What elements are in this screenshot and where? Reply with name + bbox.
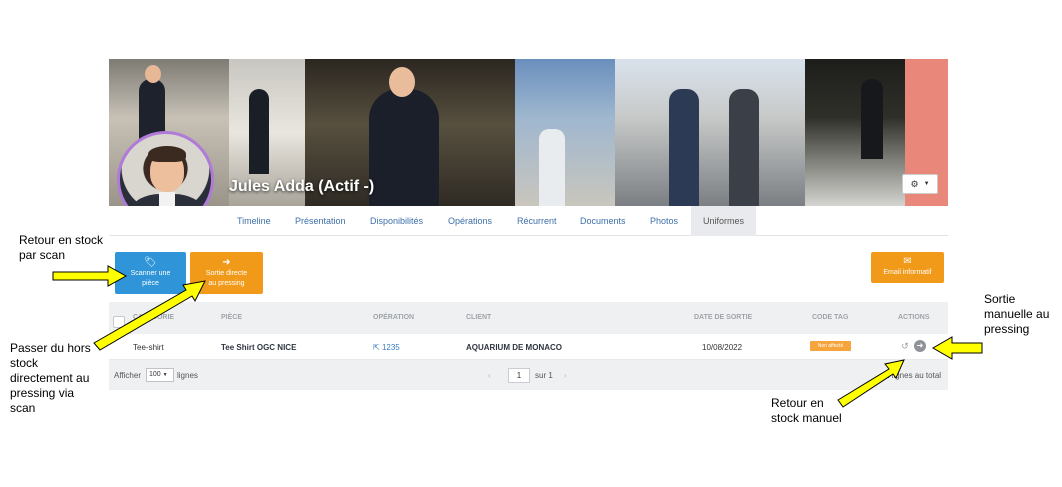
annotation-arrows [52,265,983,408]
arrow-scan-return [52,265,128,287]
arrow-manual-return [837,359,905,408]
arrow-manual-exit [932,336,983,360]
arrow-direct-pressing [93,280,206,351]
stage: Jules Adda (Actif -) ⚙ ▼ Timeline Présen… [0,0,1062,487]
